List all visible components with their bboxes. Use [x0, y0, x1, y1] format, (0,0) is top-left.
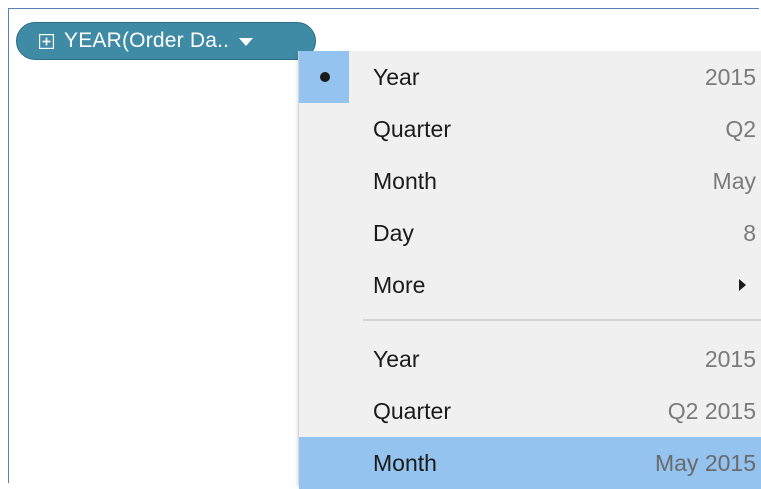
menu-item-label: Year	[373, 63, 420, 90]
date-part-context-menu: Year 2015 Quarter Q2 Month May Day 8 Mor…	[298, 51, 761, 489]
menu-item-value: Q2	[725, 115, 756, 142]
bullet-icon	[320, 72, 330, 82]
menu-item-label: Quarter	[373, 397, 451, 424]
menu-item-quarter-continuous[interactable]: Quarter Q2 2015	[299, 385, 761, 437]
menu-item-day[interactable]: Day 8	[299, 207, 761, 259]
menu-item-more[interactable]: More	[299, 259, 761, 311]
menu-item-month-continuous[interactable]: Month May 2015	[299, 437, 761, 489]
menu-item-value: 2015	[704, 63, 756, 90]
menu-separator	[363, 319, 761, 321]
menu-item-label: Day	[373, 219, 414, 246]
caret-down-icon[interactable]	[239, 38, 254, 46]
menu-item-value: May 2015	[654, 449, 756, 476]
year-order-date-pill[interactable]: YEAR(Order Da..	[16, 22, 316, 60]
menu-item-label: Quarter	[373, 115, 451, 142]
selected-indicator	[299, 51, 349, 103]
menu-item-value: 2015	[704, 345, 756, 372]
expand-plus-icon[interactable]	[38, 33, 55, 49]
pill-label: YEAR(Order Da..	[64, 29, 230, 52]
menu-item-quarter[interactable]: Quarter Q2	[299, 103, 761, 155]
menu-item-value: Q2 2015	[667, 397, 756, 424]
menu-item-label: Year	[373, 345, 420, 372]
menu-item-value: May	[712, 167, 756, 194]
menu-item-label: Month	[373, 449, 437, 476]
menu-item-month[interactable]: Month May	[299, 155, 761, 207]
menu-item-label: Month	[373, 167, 437, 194]
menu-item-year-continuous[interactable]: Year 2015	[299, 333, 761, 385]
submenu-arrow-icon	[739, 279, 746, 291]
menu-item-value: 8	[743, 219, 756, 246]
menu-item-year[interactable]: Year 2015	[299, 51, 761, 103]
menu-item-label: More	[373, 271, 426, 298]
